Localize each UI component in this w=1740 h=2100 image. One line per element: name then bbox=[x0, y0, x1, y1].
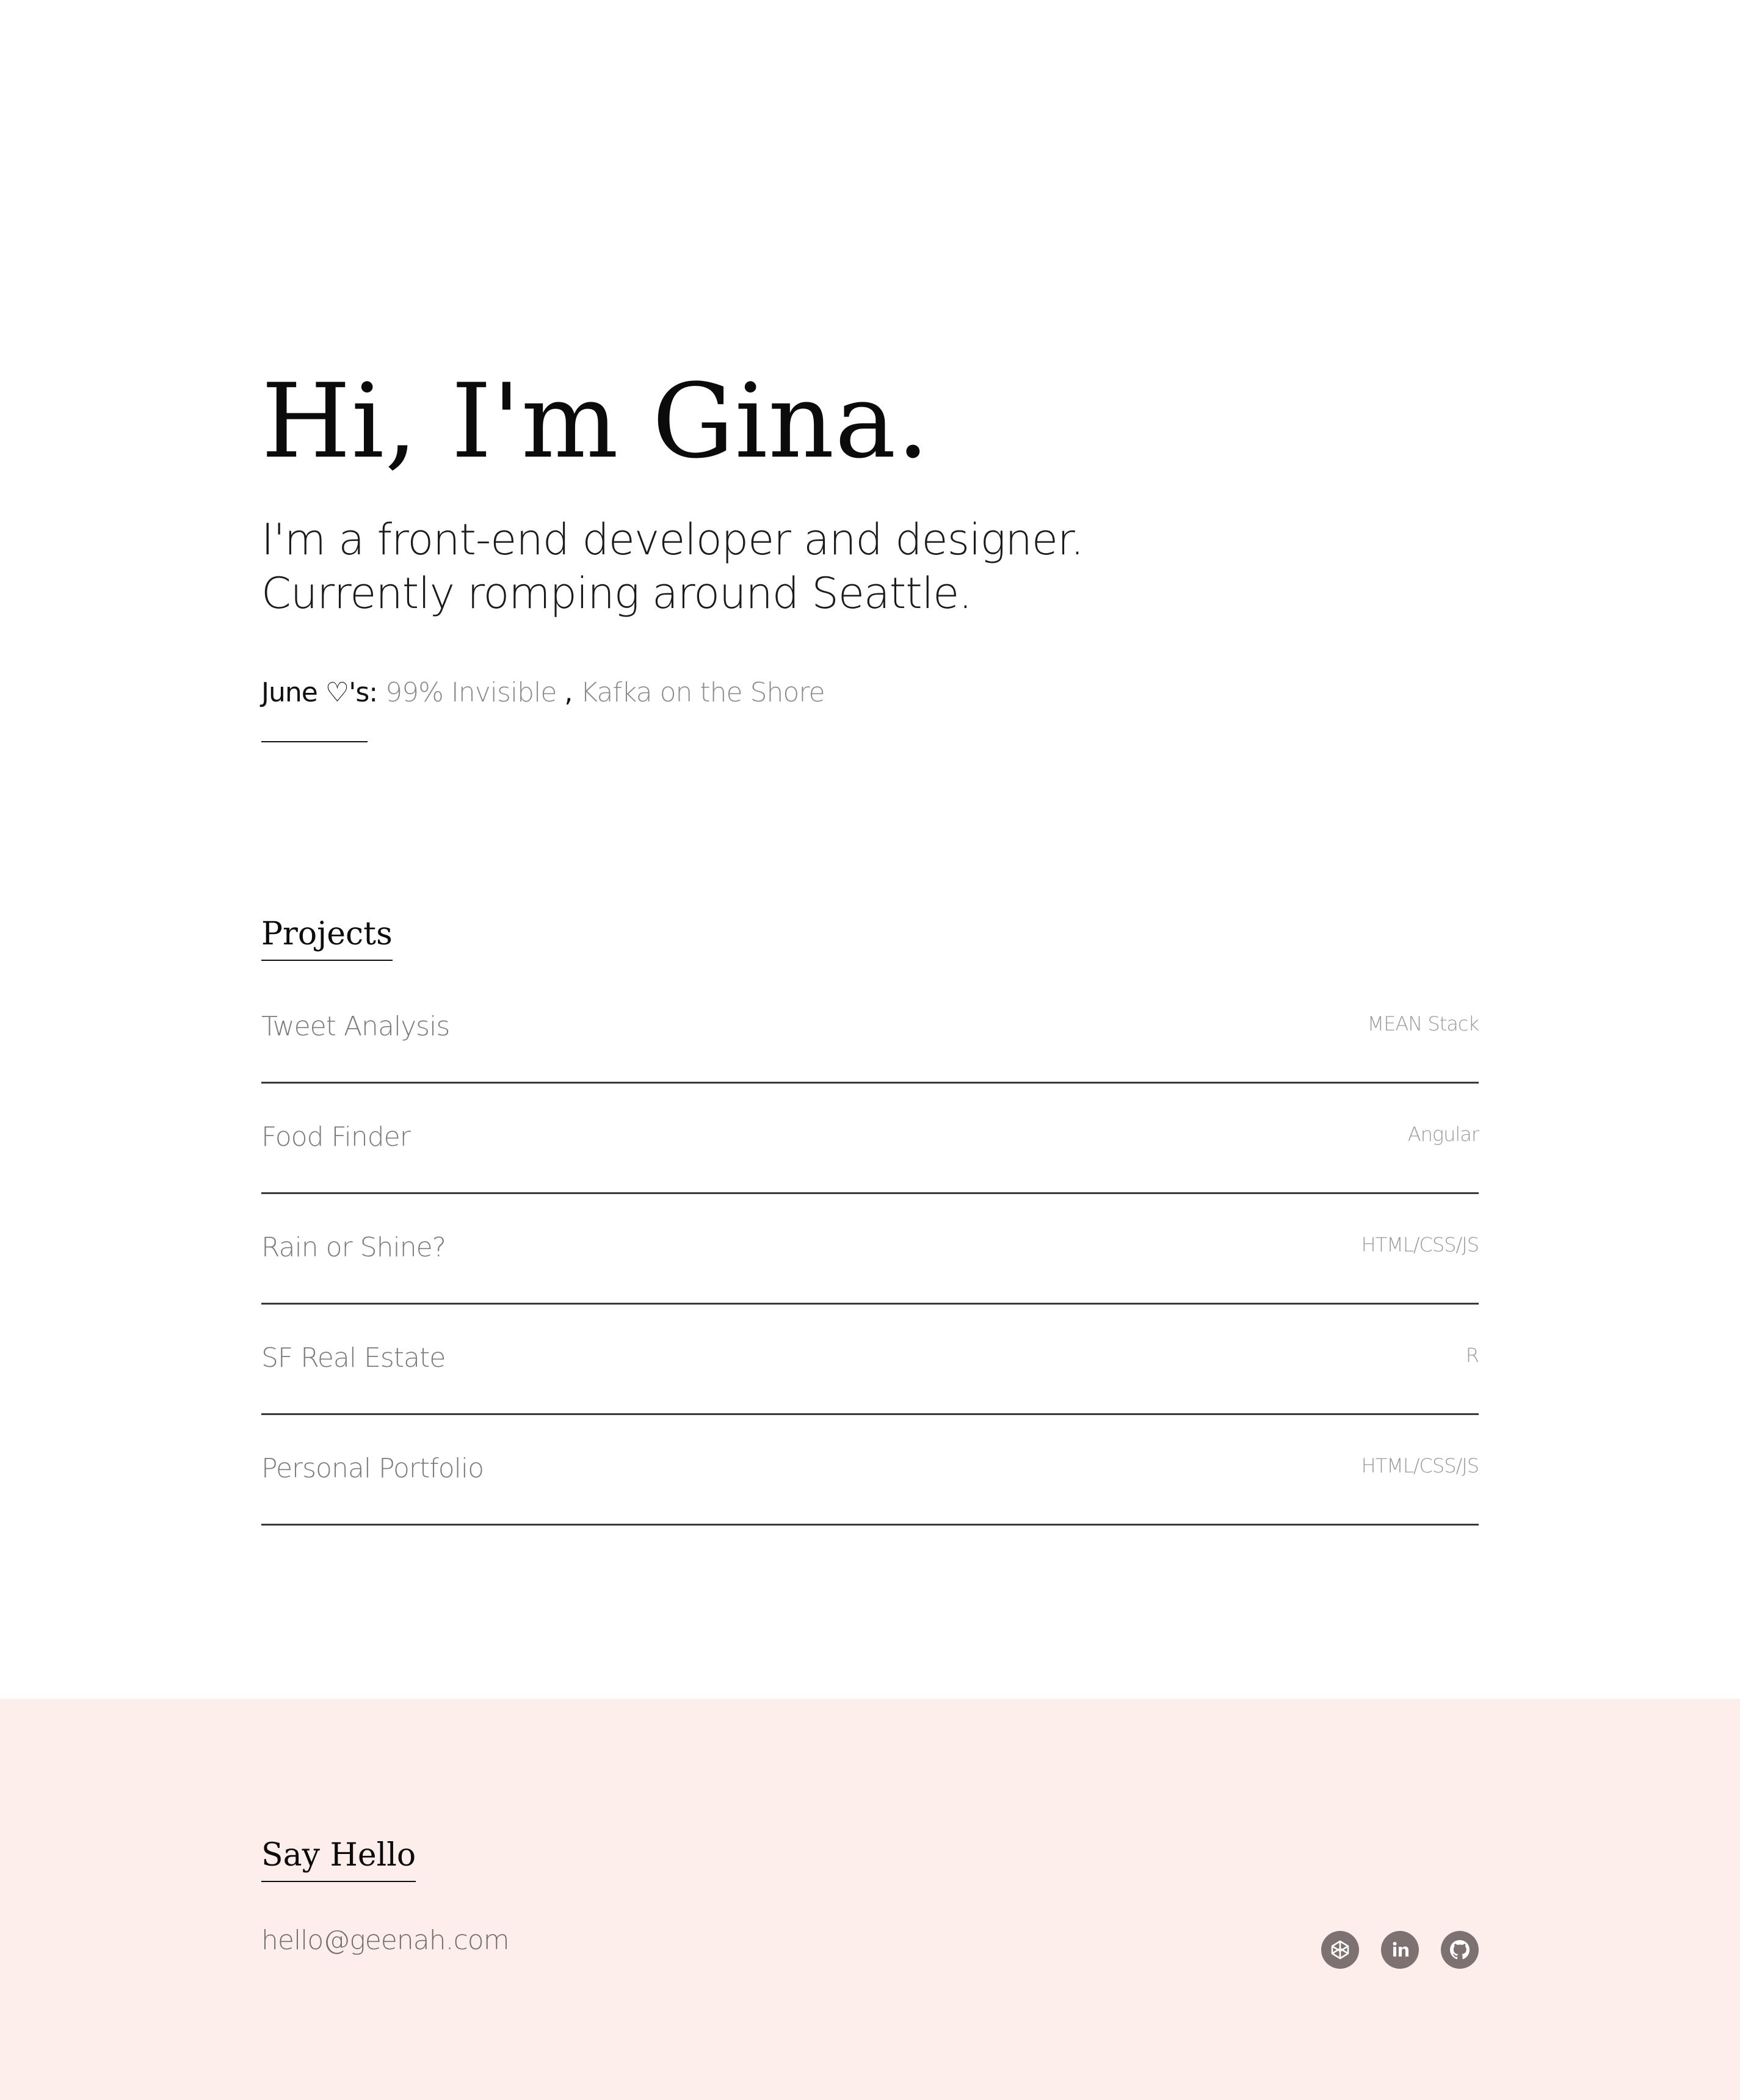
github-icon bbox=[1450, 1940, 1470, 1960]
linkedin-link[interactable] bbox=[1381, 1931, 1419, 1969]
main-content: Hi, I'm Gina. I'm a front-end developer … bbox=[261, 0, 1479, 1699]
project-row: Food Finder Angular bbox=[261, 1084, 1479, 1194]
project-row: Tweet Analysis MEAN Stack bbox=[261, 973, 1479, 1084]
project-link-personal-portfolio[interactable]: Personal Portfolio bbox=[261, 1453, 484, 1484]
linkedin-icon bbox=[1393, 1942, 1408, 1957]
project-tech-label: Angular bbox=[1407, 1123, 1479, 1146]
project-tech-label: HTML/CSS/JS bbox=[1361, 1454, 1479, 1477]
project-tech-label: HTML/CSS/JS bbox=[1361, 1233, 1479, 1256]
hero-divider bbox=[261, 741, 368, 742]
social-links bbox=[1321, 1931, 1479, 1969]
project-row: Rain or Shine? HTML/CSS/JS bbox=[261, 1194, 1479, 1305]
project-link-food-finder[interactable]: Food Finder bbox=[261, 1121, 411, 1153]
project-tech-label: R bbox=[1465, 1344, 1479, 1367]
favorite-link-podcast[interactable]: 99% Invisible bbox=[385, 677, 557, 708]
page-title: Hi, I'm Gina. bbox=[261, 361, 930, 481]
project-row: Personal Portfolio HTML/CSS/JS bbox=[261, 1415, 1479, 1526]
page: Hi, I'm Gina. I'm a front-end developer … bbox=[0, 0, 1740, 2100]
intro-line-1: I'm a front-end developer and designer. bbox=[261, 515, 1084, 565]
github-link[interactable] bbox=[1441, 1931, 1479, 1969]
intro-text: I'm a front-end developer and designer. … bbox=[261, 513, 1084, 620]
email-link[interactable]: hello@geenah.com bbox=[261, 1925, 510, 1956]
footer: Say Hello hello@geenah.com bbox=[0, 1699, 1740, 2100]
monthly-favorites: June ♡'s: 99% Invisible , Kafka on the S… bbox=[261, 673, 825, 713]
favorite-link-book[interactable]: Kafka on the Shore bbox=[580, 677, 825, 708]
intro-line-2: Currently romping around Seattle. bbox=[261, 568, 972, 618]
project-link-tweet-analysis[interactable]: Tweet Analysis bbox=[261, 1011, 450, 1042]
say-hello-heading: Say Hello bbox=[261, 1833, 416, 1882]
projects-heading: Projects bbox=[261, 912, 393, 961]
footer-content: Say Hello hello@geenah.com bbox=[261, 1699, 1479, 2100]
project-tech-label: MEAN Stack bbox=[1367, 1012, 1479, 1035]
codepen-icon bbox=[1331, 1940, 1349, 1960]
favorites-label: June ♡'s: bbox=[261, 677, 378, 708]
project-list: Tweet Analysis MEAN Stack Food Finder An… bbox=[261, 973, 1479, 1526]
project-link-sf-real-estate[interactable]: SF Real Estate bbox=[261, 1342, 446, 1374]
project-link-rain-or-shine[interactable]: Rain or Shine? bbox=[261, 1232, 446, 1263]
codepen-link[interactable] bbox=[1321, 1931, 1359, 1969]
project-row: SF Real Estate R bbox=[261, 1305, 1479, 1415]
favorites-separator: , bbox=[564, 677, 573, 708]
